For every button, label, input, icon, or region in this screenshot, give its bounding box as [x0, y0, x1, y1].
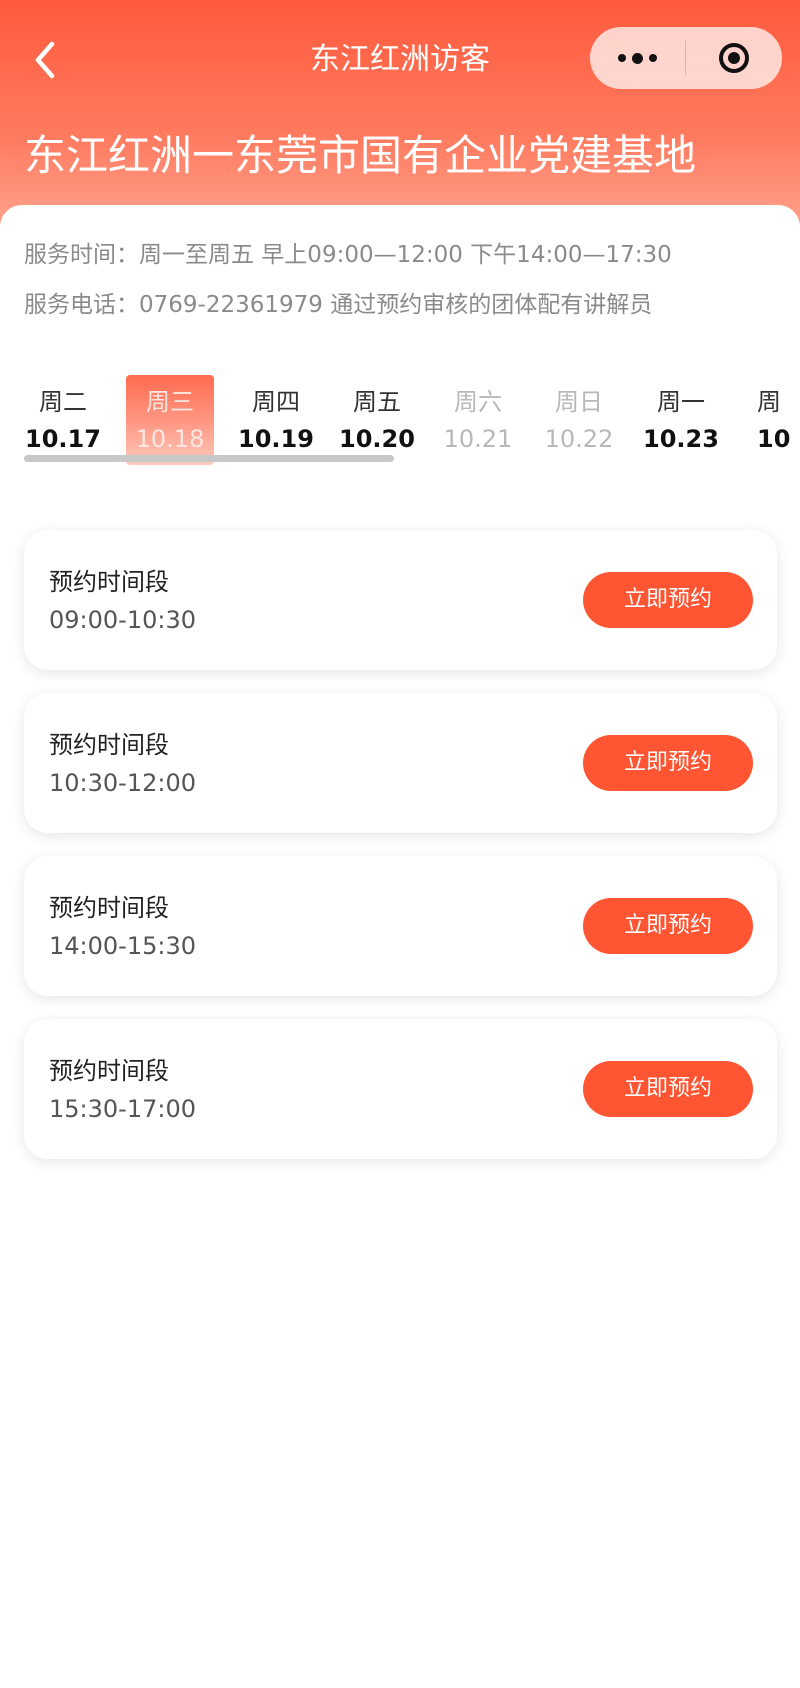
target-circle-icon: [718, 43, 749, 73]
date-weekday: 周三: [146, 388, 194, 416]
slot-label: 预约时间段: [49, 731, 169, 759]
date-value: 10.19: [238, 425, 314, 453]
more-button[interactable]: [590, 27, 685, 89]
date-item-1018-selected[interactable]: 周三 10.18: [126, 375, 214, 465]
date-item-partial[interactable]: 周 10: [745, 375, 800, 465]
slot-time: 15:30-17:00: [49, 1095, 196, 1123]
date-weekday: 周二: [39, 388, 87, 416]
slot-time: 09:00-10:30: [49, 606, 196, 634]
back-button[interactable]: [26, 38, 66, 82]
mini-program-capsule: [590, 27, 782, 89]
book-now-button[interactable]: 立即预约: [583, 735, 753, 791]
date-value: 10.18: [135, 425, 205, 453]
time-slot-card: 预约时间段 09:00-10:30 立即预约: [24, 530, 777, 670]
date-value: 10: [757, 425, 791, 453]
date-scrollbar[interactable]: [24, 455, 394, 462]
date-item-1017[interactable]: 周二 10.17: [19, 375, 107, 465]
time-slot-card: 预约时间段 10:30-12:00 立即预约: [24, 693, 777, 833]
date-weekday: 周一: [657, 388, 705, 416]
date-value: 10.23: [643, 425, 719, 453]
date-value: 10.21: [443, 425, 513, 453]
book-now-button[interactable]: 立即预约: [583, 1061, 753, 1117]
slot-label: 预约时间段: [49, 1057, 169, 1085]
nav-bar: 东江红洲访客: [0, 0, 800, 120]
service-phone: 服务电话：0769-22361979 通过预约审核的团体配有讲解员: [24, 292, 653, 318]
slot-label: 预约时间段: [49, 568, 169, 596]
book-now-button[interactable]: 立即预约: [583, 572, 753, 628]
date-selector[interactable]: 周二 10.17 周三 10.18 周四 10.19 周五 10.20 周六 1…: [0, 375, 800, 465]
date-item-1019[interactable]: 周四 10.19: [232, 375, 320, 465]
slot-time: 14:00-15:30: [49, 932, 196, 960]
book-now-button[interactable]: 立即预约: [583, 898, 753, 954]
date-weekday: 周: [757, 388, 781, 416]
date-item-1021[interactable]: 周六 10.21: [434, 375, 522, 465]
date-value: 10.20: [339, 425, 415, 453]
date-value: 10.17: [25, 425, 101, 453]
date-item-1022[interactable]: 周日 10.22: [535, 375, 623, 465]
slot-time: 10:30-12:00: [49, 769, 196, 797]
slot-label: 预约时间段: [49, 894, 169, 922]
date-item-1020[interactable]: 周五 10.20: [333, 375, 421, 465]
date-value: 10.22: [544, 425, 614, 453]
more-dots-icon: [618, 52, 657, 64]
time-slot-card: 预约时间段 15:30-17:00 立即预约: [24, 1019, 777, 1159]
close-button[interactable]: [686, 27, 781, 89]
chevron-left-icon: [35, 41, 55, 79]
date-weekday: 周五: [353, 388, 401, 416]
date-weekday: 周四: [252, 388, 300, 416]
base-title: 东江红洲一东莞市国有企业党建基地: [24, 131, 697, 180]
date-weekday: 周六: [454, 388, 502, 416]
content-panel: 服务时间：周一至周五 早上09:00—12:00 下午14:00—17:30 服…: [0, 205, 800, 1688]
service-time: 服务时间：周一至周五 早上09:00—12:00 下午14:00—17:30: [24, 242, 672, 268]
time-slot-card: 预约时间段 14:00-15:30 立即预约: [24, 856, 777, 996]
date-weekday: 周日: [555, 388, 603, 416]
date-item-1023[interactable]: 周一 10.23: [637, 375, 725, 465]
